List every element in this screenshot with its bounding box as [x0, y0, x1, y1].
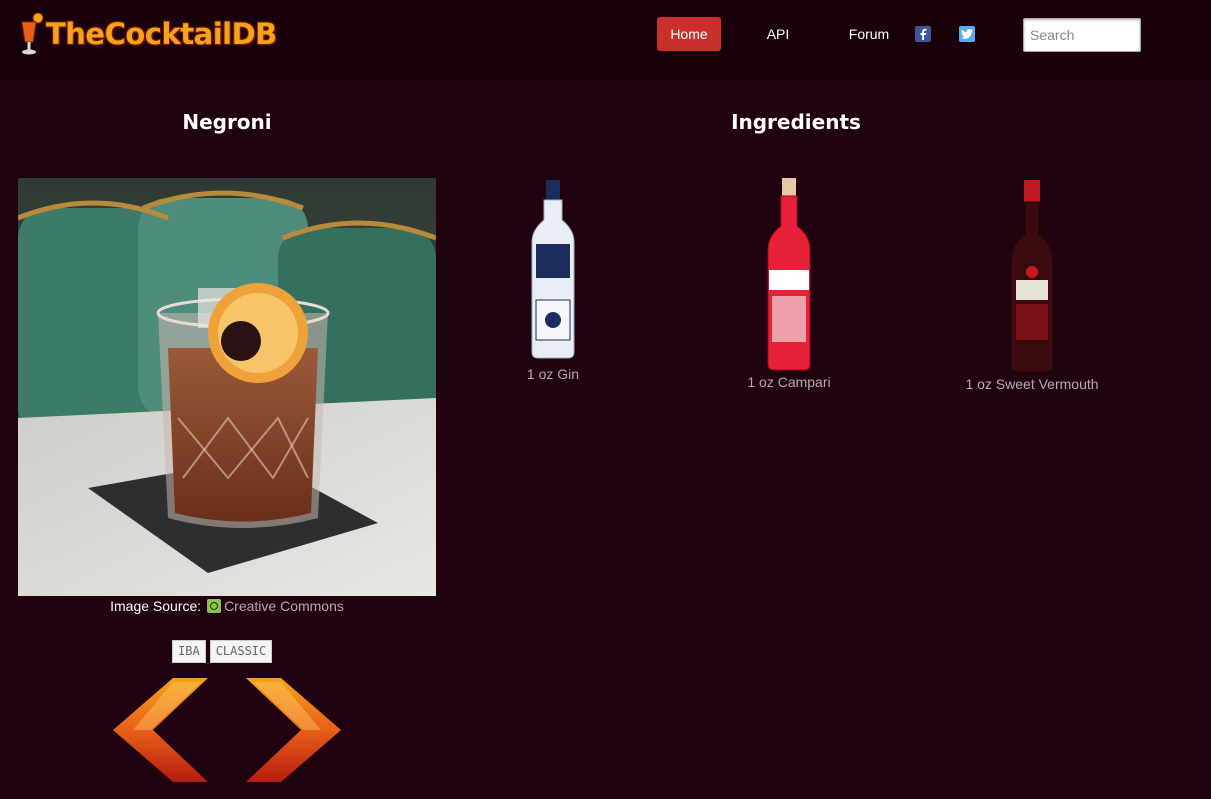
twitter-icon[interactable] [959, 26, 975, 42]
tag-badge[interactable]: CLASSIC [209, 640, 273, 663]
nav-forum-link[interactable]: Forum [838, 17, 900, 51]
search-input[interactable] [1023, 18, 1141, 52]
ingredient-measure: 1 oz Sweet Vermouth [965, 376, 1099, 392]
drink-photo [18, 178, 436, 596]
site-logo[interactable]: TheCocktailDB [18, 11, 277, 57]
ingredient-measure: 1 oz Campari [747, 374, 831, 390]
brand-name: TheCocktailDB [46, 17, 277, 51]
vermouth-bottle-image [1010, 180, 1054, 373]
nav-api-link[interactable]: API [758, 17, 798, 51]
campari-bottle-image [767, 178, 811, 371]
drink-tags: IBA CLASSIC [172, 640, 273, 663]
drink-name-heading: Negroni [182, 110, 272, 134]
cocktail-glass-icon [21, 12, 44, 55]
top-navbar: TheCocktailDB Home API Forum [0, 0, 1211, 80]
gin-bottle-image [531, 180, 575, 359]
prev-arrow-icon[interactable] [113, 678, 208, 782]
next-arrow-icon[interactable] [246, 678, 341, 782]
image-source-line: Image Source: Creative Commons [18, 598, 436, 614]
image-source-label: Image Source: [110, 598, 202, 614]
image-source-link[interactable]: Creative Commons [224, 598, 344, 614]
ingredient-item[interactable]: 1 oz Campari [739, 178, 839, 390]
ingredient-item[interactable]: 1 oz Sweet Vermouth [962, 180, 1102, 392]
ingredient-item[interactable]: 1 oz Gin [503, 180, 603, 382]
ingredients-heading: Ingredients [731, 110, 861, 134]
tag-badge[interactable]: IBA [172, 640, 206, 663]
nav-home-button[interactable]: Home [657, 17, 721, 51]
creative-commons-icon [207, 599, 222, 613]
facebook-icon[interactable] [915, 26, 931, 42]
ingredient-measure: 1 oz Gin [526, 366, 580, 382]
